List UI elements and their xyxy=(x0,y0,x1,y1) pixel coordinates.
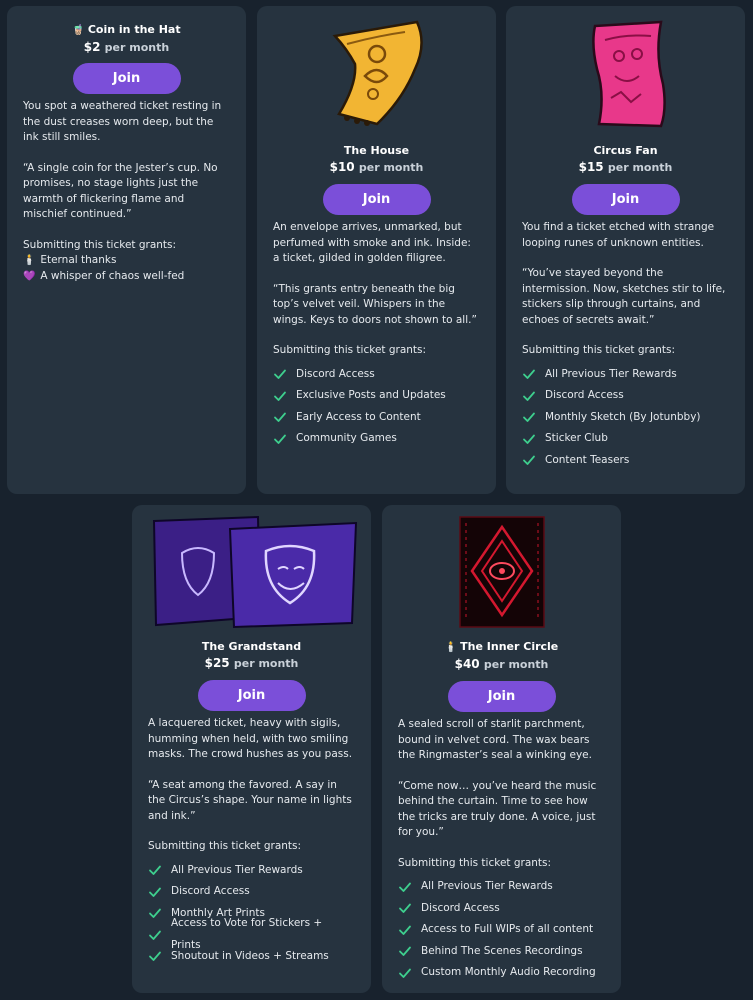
check-icon xyxy=(522,432,536,446)
benefit-item: All Previous Tier Rewards xyxy=(148,860,355,882)
purple-mask-tickets-image xyxy=(152,515,358,629)
benefit-item: Discord Access xyxy=(273,364,480,386)
pink-ticket-image xyxy=(591,20,666,128)
check-icon xyxy=(148,885,162,899)
check-icon xyxy=(273,410,287,424)
red-rune-ticket-image xyxy=(458,516,545,628)
benefit-list: 🕯️ Eternal thanks 💜 A whisper of chaos w… xyxy=(23,253,230,284)
tier-description: You spot a weathered ticket resting in t… xyxy=(23,100,222,143)
check-icon xyxy=(522,389,536,403)
tier-card-the-inner-circle: 🕯️ The Inner Circle $40 per month Join A … xyxy=(382,505,621,993)
benefit-item: Monthly Sketch (By Jotunbby) xyxy=(522,407,729,429)
tier-price: $15 per month xyxy=(578,160,673,174)
benefit-item: Exclusive Posts and Updates xyxy=(273,385,480,407)
check-icon xyxy=(148,928,162,942)
check-icon xyxy=(398,901,412,915)
check-icon xyxy=(148,863,162,877)
tier-quote: “Come now… you’ve heard the music behind… xyxy=(398,779,597,839)
benefit-item: All Previous Tier Rewards xyxy=(522,364,729,386)
check-icon xyxy=(398,880,412,894)
tier-description: A lacquered ticket, heavy with sigils, h… xyxy=(148,717,353,760)
benefit-item: Sticker Club xyxy=(522,428,729,450)
tier-price: $25 per month xyxy=(204,656,299,670)
tier-card-circus-fan: Circus Fan $15 per month Join You find a… xyxy=(506,6,745,494)
benefit-item: Content Teasers xyxy=(522,450,729,472)
benefit-item: Custom Monthly Audio Recording xyxy=(398,962,605,984)
join-button[interactable]: Join xyxy=(322,184,431,215)
golden-ticket-image xyxy=(332,20,423,126)
benefit-item: 💜 A whisper of chaos well-fed xyxy=(23,269,230,285)
tier-quote: “A seat among the favored. A say in the … xyxy=(148,778,352,822)
join-button[interactable]: Join xyxy=(197,680,306,711)
benefit-item: Early Access to Content xyxy=(273,407,480,429)
benefit-list: All Previous Tier Rewards Discord Access… xyxy=(522,364,729,472)
check-icon xyxy=(398,944,412,958)
grants-label: Submitting this ticket grants: xyxy=(23,238,177,251)
grants-label: Submitting this ticket grants: xyxy=(148,840,302,852)
check-icon xyxy=(522,453,536,467)
benefit-item: All Previous Tier Rewards xyxy=(398,876,605,898)
check-icon xyxy=(398,923,412,937)
bubble-tea-icon: 🧋 xyxy=(72,25,85,36)
tier-quote: “This grants entry beneath the big top’s… xyxy=(273,282,477,326)
benefit-item: 🕯️ Eternal thanks xyxy=(23,253,230,269)
grants-label: Submitting this ticket grants: xyxy=(398,856,552,869)
benefit-list: Discord Access Exclusive Posts and Updat… xyxy=(273,364,480,450)
tier-title: The Grandstand xyxy=(201,640,302,653)
grants-label: Submitting this ticket grants: xyxy=(522,344,676,356)
grants-label: Submitting this ticket grants: xyxy=(273,344,427,356)
join-button[interactable]: Join xyxy=(447,681,556,712)
tier-card-coin-in-the-hat: 🧋 Coin in the Hat $2 per month Join You s… xyxy=(7,6,246,494)
benefit-item: Community Games xyxy=(273,428,480,450)
check-icon xyxy=(522,367,536,381)
check-icon xyxy=(273,432,287,446)
benefit-item: Behind The Scenes Recordings xyxy=(398,941,605,963)
benefit-item: Discord Access xyxy=(148,881,355,903)
purple-heart-icon: 💜 xyxy=(23,270,36,282)
benefit-list: All Previous Tier Rewards Discord Access… xyxy=(398,876,605,984)
tier-title: The House xyxy=(343,144,410,157)
join-button[interactable]: Join xyxy=(72,63,181,94)
benefit-list: All Previous Tier Rewards Discord Access… xyxy=(148,860,355,968)
benefit-item: Access to Full WIPs of all content xyxy=(398,919,605,941)
check-icon xyxy=(273,367,287,381)
tier-price: $2 per month xyxy=(83,40,170,54)
tier-title: Circus Fan xyxy=(593,144,658,157)
tier-quote: “A single coin for the Jester’s cup. No … xyxy=(23,161,218,221)
candle-icon: 🕯️ xyxy=(23,255,36,266)
benefit-item: Discord Access xyxy=(398,898,605,920)
tier-description: A sealed scroll of starlit parchment, bo… xyxy=(398,718,592,761)
benefit-item: Access to Vote for Stickers + Prints xyxy=(148,917,355,951)
tier-title: 🕯️ The Inner Circle xyxy=(444,640,559,653)
check-icon xyxy=(148,906,162,920)
check-icon xyxy=(273,389,287,403)
tier-card-the-grandstand: The Grandstand $25 per month Join A lacq… xyxy=(132,505,371,993)
tier-price: $10 per month xyxy=(329,160,424,174)
benefit-item: Discord Access xyxy=(522,385,729,407)
check-icon xyxy=(522,410,536,424)
check-icon xyxy=(398,966,412,980)
benefit-item: Shoutout in Videos + Streams xyxy=(148,946,355,968)
tier-quote: “You’ve stayed beyond the intermission. … xyxy=(522,267,726,326)
tier-description: An envelope arrives, unmarked, but perfu… xyxy=(273,221,471,264)
candle-icon: 🕯️ xyxy=(444,642,458,653)
tier-card-the-house: The House $10 per month Join An envelope… xyxy=(257,6,496,494)
tier-title: 🧋 Coin in the Hat xyxy=(72,23,181,36)
check-icon xyxy=(148,949,162,963)
tier-description: You find a ticket etched with strange lo… xyxy=(522,221,715,249)
tier-price: $40 per month xyxy=(454,657,549,671)
join-button[interactable]: Join xyxy=(571,184,680,215)
